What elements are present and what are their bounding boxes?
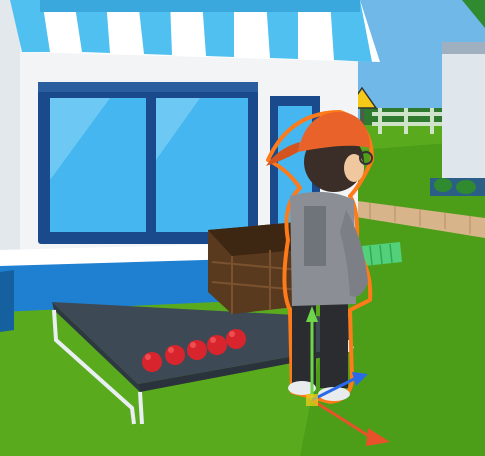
shop-window [38, 82, 258, 244]
game-viewport[interactable] [0, 0, 485, 456]
scene-canvas[interactable] [0, 0, 485, 456]
green-crate[interactable] [362, 242, 402, 266]
striped-awning [10, 0, 380, 62]
